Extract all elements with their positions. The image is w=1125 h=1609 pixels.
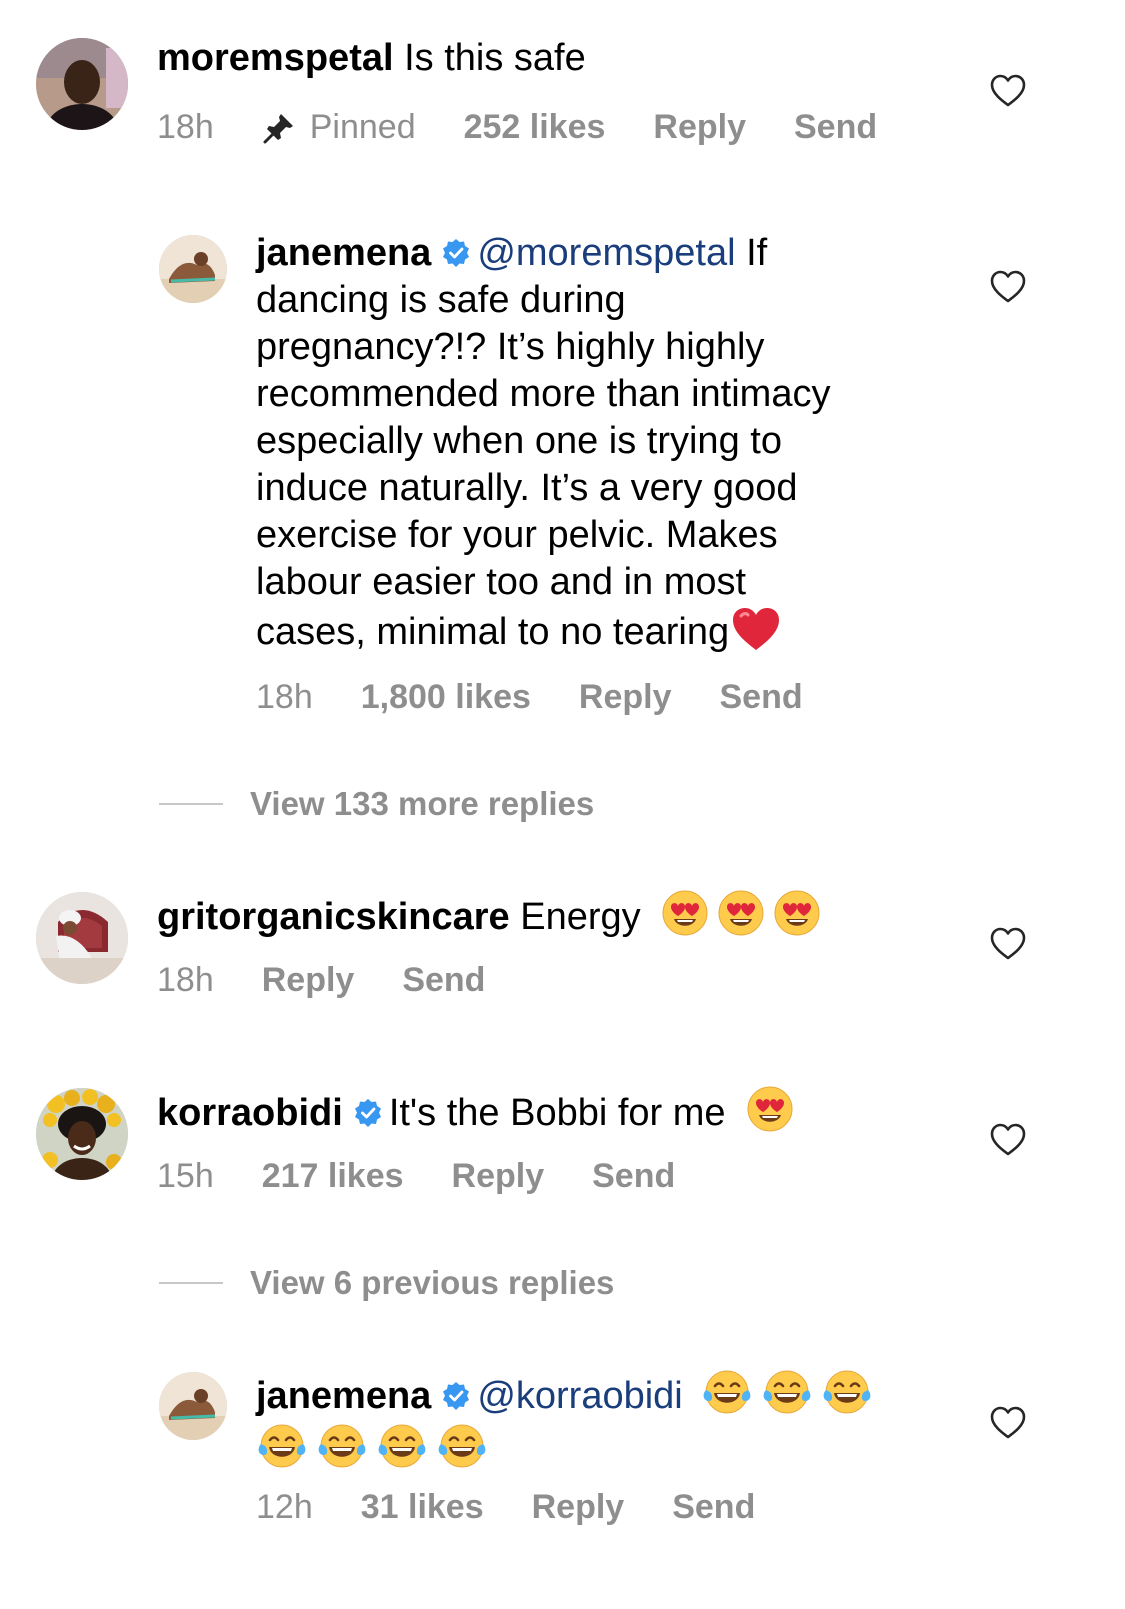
view-more-label: View 6 previous replies [250,1264,615,1301]
mention-link[interactable]: @moremspetal [477,232,735,274]
comment-text-line: If [746,232,768,274]
red-heart-emoji [731,606,781,652]
reply-button[interactable]: Reply [532,1488,625,1527]
comment-text-line: labour easier too and in most [256,561,747,603]
send-button[interactable]: Send [592,1157,675,1196]
send-button[interactable]: Send [719,678,802,717]
timestamp: 18h [157,108,214,146]
avatar[interactable] [36,38,128,130]
avatar[interactable] [159,1372,227,1440]
reply-button[interactable]: Reply [579,678,672,717]
heart-eyes-emoji [661,889,709,937]
divider-line [159,1282,223,1284]
verified-badge-icon [441,238,471,268]
heart-eyes-emoji [717,889,765,937]
tears-of-joy-emoji [821,1368,873,1416]
comment-text-line: especially when one is trying to [256,420,782,462]
username[interactable]: korraobidi [157,1092,343,1134]
divider-line [159,803,223,805]
timestamp: 18h [256,678,313,716]
reply-button[interactable]: Reply [262,961,355,1000]
likes-count[interactable]: 217 likes [262,1157,404,1196]
tears-of-joy-emoji [701,1368,753,1416]
tears-of-joy-emoji [256,1422,308,1470]
comment-text: Is this safe [404,37,586,79]
username[interactable]: janemena [256,232,431,274]
send-button[interactable]: Send [794,108,877,147]
send-button[interactable]: Send [402,961,485,1000]
avatar[interactable] [36,892,128,984]
like-heart-icon[interactable] [990,1406,1026,1440]
comment-text-line: recommended more than intimacy [256,373,831,415]
reply-button[interactable]: Reply [653,108,746,147]
view-more-label: View 133 more replies [250,785,595,822]
likes-count[interactable]: 31 likes [361,1488,484,1527]
reply-button[interactable]: Reply [452,1157,545,1196]
mention-link[interactable]: @korraobidi [477,1375,682,1417]
comment-text: It's the Bobbi for me [388,1092,726,1134]
comment-text-line: exercise for your pelvic. Makes [256,514,778,556]
heart-eyes-emoji [773,889,821,937]
tears-of-joy-emoji [761,1368,813,1416]
likes-count[interactable]: 1,800 likes [361,678,531,717]
like-heart-icon[interactable] [990,270,1026,304]
username[interactable]: janemena [256,1375,431,1417]
like-heart-icon[interactable] [990,1123,1026,1157]
view-previous-replies-button[interactable]: View 6 previous replies [159,1264,614,1302]
view-more-replies-button[interactable]: View 133 more replies [159,785,594,823]
tears-of-joy-emoji [436,1422,488,1470]
avatar[interactable] [36,1088,128,1180]
timestamp: 12h [256,1488,313,1526]
heart-eyes-emoji [746,1085,794,1133]
tears-of-joy-emoji [376,1422,428,1470]
verified-badge-icon [441,1381,471,1411]
likes-count[interactable]: 252 likes [464,108,606,147]
send-button[interactable]: Send [672,1488,755,1527]
timestamp: 15h [157,1157,214,1195]
username[interactable]: gritorganicskincare [157,896,510,938]
avatar[interactable] [159,235,227,303]
username[interactable]: moremspetal [157,37,394,79]
timestamp: 18h [157,961,214,999]
verified-badge-icon [353,1098,383,1128]
like-heart-icon[interactable] [990,74,1026,108]
comment-text: Energy [520,896,641,938]
pin-icon [263,113,293,143]
comment-text-line: pregnancy?!? It’s highly highly [256,326,765,368]
tears-of-joy-emoji [316,1422,368,1470]
like-heart-icon[interactable] [990,927,1026,961]
pinned-label: Pinned [262,108,416,147]
comment-text-line: induce naturally. It’s a very good [256,467,798,509]
comment-text-line: dancing is safe during [256,279,626,321]
comment-text-line: cases, minimal to no tearing [256,611,730,653]
